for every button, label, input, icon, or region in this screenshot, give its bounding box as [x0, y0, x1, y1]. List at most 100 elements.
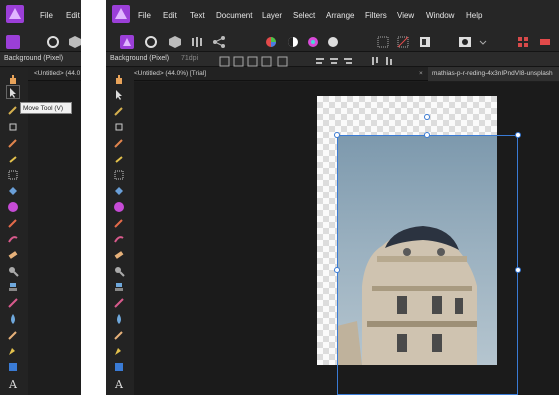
- fill-tool-icon[interactable]: [113, 184, 125, 196]
- menu-bar: File Edit: [0, 0, 81, 32]
- active-tab[interactable]: mathias-p-r-reding-4x3nIPndVI8-unsplash: [428, 67, 559, 81]
- document-tab[interactable]: <Untitled> (44.0: [34, 70, 80, 77]
- left-app-window: File Edit Background (Pixel) <Untitled> …: [0, 0, 81, 395]
- menu-arrange[interactable]: Arrange: [326, 11, 354, 20]
- develop-persona-icon[interactable]: [168, 35, 182, 49]
- move-tool-icon[interactable]: [113, 88, 125, 100]
- resize-handle[interactable]: [334, 267, 340, 273]
- selection-bounding-box[interactable]: [337, 135, 518, 395]
- text-tool-icon[interactable]: A: [7, 376, 19, 391]
- context-toolbar: Background (Pixel): [0, 52, 81, 67]
- shape-tool-icon[interactable]: [113, 360, 125, 372]
- hsl-icon[interactable]: [306, 35, 320, 49]
- inpaint-tool-icon[interactable]: [7, 152, 19, 164]
- resize-handle[interactable]: [515, 132, 521, 138]
- marquee-tool-icon[interactable]: [113, 168, 125, 180]
- marquee-tool-icon[interactable]: [7, 168, 19, 180]
- close-tab-icon[interactable]: ×: [419, 70, 423, 77]
- selection-mode-icon[interactable]: [376, 35, 390, 49]
- paint-brush-icon[interactable]: [7, 216, 19, 228]
- snapping-icon[interactable]: [516, 35, 530, 49]
- crop-tool-icon[interactable]: [113, 120, 125, 132]
- resize-handle[interactable]: [424, 132, 430, 138]
- layer-type-label: Background (Pixel): [4, 55, 64, 62]
- photo-persona-icon[interactable]: [120, 35, 134, 49]
- white-balance-icon[interactable]: [326, 35, 340, 49]
- app-logo-icon[interactable]: [112, 5, 130, 23]
- color-picker-icon[interactable]: [7, 136, 19, 148]
- contrast-icon[interactable]: [286, 35, 300, 49]
- view-tool-icon[interactable]: [7, 72, 19, 84]
- menu-help[interactable]: Help: [466, 11, 482, 20]
- pen-tool-icon[interactable]: [7, 344, 19, 356]
- menu-filters[interactable]: Filters: [365, 11, 387, 20]
- clone-tool-icon[interactable]: [7, 280, 19, 292]
- selection-brush-icon[interactable]: [113, 104, 125, 116]
- app-logo-icon[interactable]: [6, 5, 24, 23]
- smudge-tool-icon[interactable]: [113, 328, 125, 340]
- selection-brush-icon[interactable]: [7, 103, 19, 115]
- menu-file[interactable]: File: [40, 11, 53, 20]
- erase-brush-icon[interactable]: [113, 248, 125, 260]
- blur-tool-icon[interactable]: [113, 312, 125, 324]
- resize-handle[interactable]: [515, 267, 521, 273]
- clone-tool-icon[interactable]: [113, 280, 125, 292]
- menu-edit[interactable]: Edit: [66, 11, 80, 20]
- menu-select[interactable]: Select: [293, 11, 315, 20]
- gradient-tool-icon[interactable]: [113, 200, 125, 212]
- svg-text:A: A: [8, 378, 18, 389]
- tools-panel: A: [0, 68, 28, 395]
- move-tool-icon[interactable]: [6, 85, 20, 99]
- quick-mask-icon[interactable]: [458, 35, 472, 49]
- inpaint-tool-icon[interactable]: [113, 152, 125, 164]
- photo-persona-icon[interactable]: [6, 35, 20, 49]
- rotate-handle[interactable]: [424, 114, 430, 120]
- menu-text[interactable]: Text: [190, 11, 205, 20]
- text-tool-icon[interactable]: A: [113, 376, 125, 391]
- liquify-persona-icon[interactable]: [144, 35, 158, 49]
- align-buttons[interactable]: [314, 54, 404, 65]
- menu-document[interactable]: Document: [216, 11, 252, 20]
- blur-tool-icon[interactable]: [7, 312, 19, 324]
- healing-brush-icon[interactable]: [7, 296, 19, 308]
- color-wheel-icon[interactable]: [264, 35, 278, 49]
- color-picker-icon[interactable]: [113, 136, 125, 148]
- document-tab-photo[interactable]: mathias-p-r-reding-4x3nIPndVI8-unsplash: [432, 70, 553, 77]
- menu-file[interactable]: File: [138, 11, 151, 20]
- gradient-tool-icon[interactable]: [7, 200, 19, 212]
- smudge-tool-icon[interactable]: [7, 328, 19, 340]
- menu-layer[interactable]: Layer: [262, 11, 282, 20]
- invert-selection-icon[interactable]: [418, 35, 432, 49]
- pen-tool-icon[interactable]: [113, 344, 125, 356]
- resize-handle[interactable]: [334, 132, 340, 138]
- dpi-label: 71dpi: [181, 55, 199, 62]
- menu-view[interactable]: View: [397, 11, 414, 20]
- view-tool-icon[interactable]: [113, 72, 125, 84]
- dodge-tool-icon[interactable]: [113, 264, 125, 277]
- deselect-icon[interactable]: [396, 35, 410, 49]
- paint-brush-icon[interactable]: [113, 216, 125, 228]
- move-tool-tooltip: Move Tool (V): [20, 102, 72, 114]
- menu-edit[interactable]: Edit: [163, 11, 177, 20]
- fill-tool-icon[interactable]: [7, 184, 19, 196]
- transform-buttons[interactable]: [218, 54, 288, 67]
- color-replace-icon[interactable]: [7, 232, 19, 244]
- tone-mapping-icon[interactable]: [190, 35, 204, 49]
- layer-type-label: Background (Pixel): [110, 55, 170, 62]
- develop-persona-icon[interactable]: [68, 35, 81, 49]
- erase-brush-icon[interactable]: [7, 248, 19, 260]
- document-tab-untitled[interactable]: <Untitled> (44.0%) [Trial]: [134, 70, 206, 77]
- assistant-icon[interactable]: [538, 35, 552, 49]
- crop-tool-icon[interactable]: [7, 120, 19, 132]
- canvas-area[interactable]: [134, 82, 559, 395]
- liquify-persona-icon[interactable]: [46, 35, 60, 49]
- dodge-tool-icon[interactable]: [7, 264, 19, 277]
- color-replace-icon[interactable]: [113, 232, 125, 244]
- svg-text:A: A: [114, 378, 124, 389]
- toolbar: [106, 32, 559, 52]
- share-icon[interactable]: [212, 35, 226, 49]
- healing-brush-icon[interactable]: [113, 296, 125, 308]
- shape-tool-icon[interactable]: [7, 360, 19, 372]
- chevron-down-icon[interactable]: [476, 35, 490, 49]
- menu-window[interactable]: Window: [426, 11, 454, 20]
